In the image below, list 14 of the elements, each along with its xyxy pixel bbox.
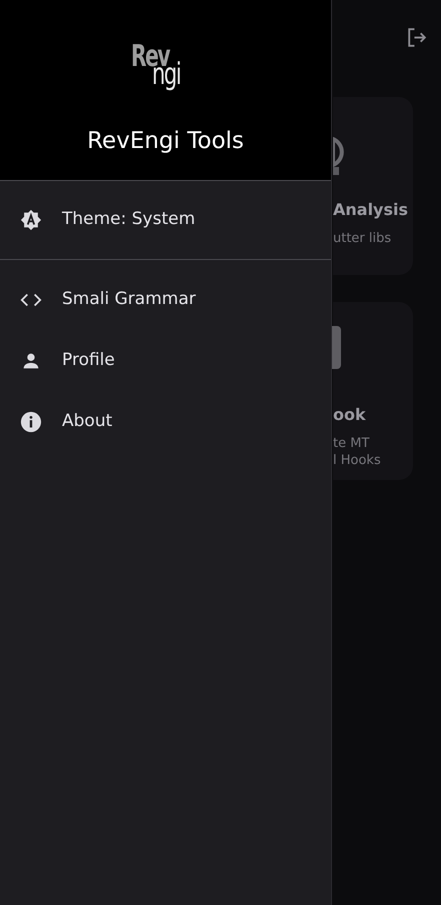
card-description: te MT [333,435,370,452]
nav-menu-item[interactable]: Profile [0,330,331,391]
info-icon [20,410,42,432]
tool-card[interactable] [333,302,413,480]
card-title: Analysis [333,199,408,221]
card-title: ook [333,404,366,426]
theme-icon [20,209,42,231]
nav-menu-item[interactable]: Smali Grammar [0,269,331,330]
app-title: RevEngi Tools [87,128,244,156]
tool-card[interactable] [333,97,413,275]
card-description: utter libs [333,230,392,247]
nav-menu-item[interactable]: About [0,391,331,452]
card-description: l Hooks [333,452,381,469]
theme-menu-item[interactable]: Theme: System [0,190,331,250]
